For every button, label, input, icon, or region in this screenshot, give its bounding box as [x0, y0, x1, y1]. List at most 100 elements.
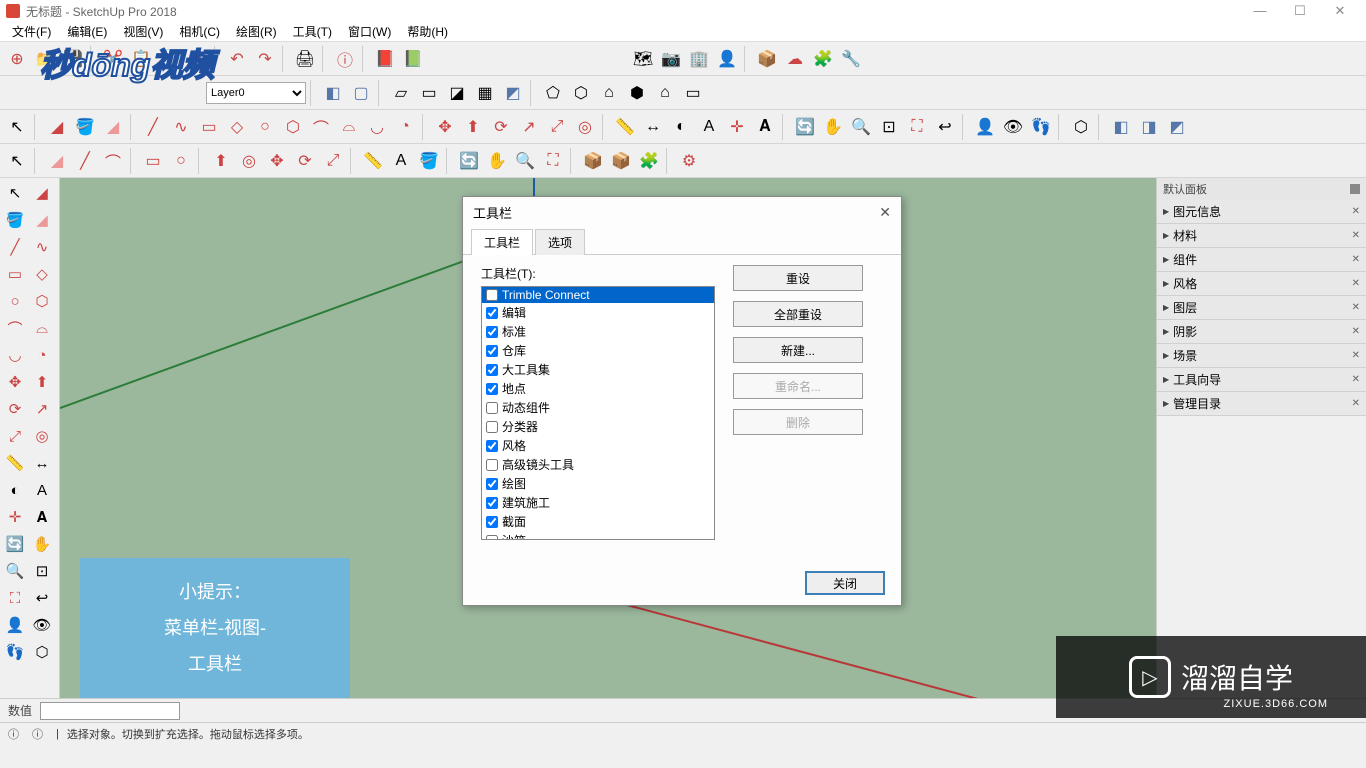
toolbar-list-item[interactable]: 沙箱 [482, 531, 714, 540]
line-icon[interactable]: ╱ [140, 114, 166, 140]
toolbar-checkbox[interactable] [486, 383, 498, 395]
lt-lookaround-icon[interactable]: 👁 [29, 612, 55, 638]
toolbar-list-item[interactable]: Trimble Connect [482, 287, 714, 303]
lt-eraser-icon[interactable]: ◢ [29, 207, 55, 233]
solid-icon[interactable]: ◨ [1136, 114, 1162, 140]
arc-icon[interactable]: ⌒ [308, 114, 334, 140]
zoom-window-icon[interactable]: ⊡ [876, 114, 902, 140]
pie-icon[interactable]: ◔ [392, 114, 418, 140]
close-button[interactable]: 关闭 [805, 571, 885, 595]
tape-icon[interactable]: 📏 [612, 114, 638, 140]
section5-icon[interactable]: ⌂ [652, 80, 678, 106]
toolbar-checkbox[interactable] [486, 289, 498, 301]
position-camera-icon[interactable]: 👤 [972, 114, 998, 140]
rotated-rect-icon[interactable]: ◇ [224, 114, 250, 140]
circle-icon[interactable]: ○ [252, 114, 278, 140]
toolbar-checkbox[interactable] [486, 478, 498, 490]
toolbar-checkbox[interactable] [486, 326, 498, 338]
new-button[interactable]: 新建... [733, 337, 863, 363]
toolbar-list-item[interactable]: 编辑 [482, 303, 714, 322]
share-icon[interactable]: ☁ [782, 46, 808, 72]
lt-tape-icon[interactable]: 📏 [2, 450, 28, 476]
toolbar-list-item[interactable]: 地点 [482, 379, 714, 398]
offset-icon[interactable]: ◎ [572, 114, 598, 140]
lt-select-icon[interactable]: ↖ [2, 180, 28, 206]
shaded-icon[interactable]: ◪ [444, 80, 470, 106]
lt-offset-icon[interactable]: ◎ [29, 423, 55, 449]
scale2-icon[interactable]: ⤢ [320, 148, 346, 174]
zoom2-icon[interactable]: 🔍 [512, 148, 538, 174]
rotate2-icon[interactable]: ⟳ [292, 148, 318, 174]
lt-rotate-icon[interactable]: ⟳ [2, 396, 28, 422]
protractor-icon[interactable]: ◐ [668, 114, 694, 140]
lt-3dtext-icon[interactable]: 𝐀 [29, 504, 55, 530]
copy-icon[interactable]: 📋 [128, 46, 154, 72]
hidden-line-icon[interactable]: ▭ [416, 80, 442, 106]
polygon-icon[interactable]: ⬡ [280, 114, 306, 140]
toolbar-checkbox[interactable] [486, 459, 498, 471]
panel-entity-info[interactable]: 图元信息✕ [1157, 200, 1366, 224]
save-icon[interactable]: 💾 [60, 46, 86, 72]
menu-tools[interactable]: 工具(T) [285, 23, 340, 40]
orbit-icon[interactable]: 🔄 [792, 114, 818, 140]
warehouse3-icon[interactable]: 📦 [608, 148, 634, 174]
walk-icon[interactable]: 👣 [1028, 114, 1054, 140]
status-help2-icon[interactable]: ⓘ [32, 726, 48, 742]
reset-all-button[interactable]: 全部重设 [733, 301, 863, 327]
toolbar-checkbox[interactable] [486, 402, 498, 414]
toolbar-checkbox[interactable] [486, 345, 498, 357]
menu-camera[interactable]: 相机(C) [171, 23, 228, 40]
select2-icon[interactable]: ↖ [4, 148, 30, 174]
pan2-icon[interactable]: ✋ [484, 148, 510, 174]
dimension-icon[interactable]: ↔ [640, 114, 666, 140]
shaded-tex-icon[interactable]: ▦ [472, 80, 498, 106]
reset-button[interactable]: 重设 [733, 265, 863, 291]
lt-circle-icon[interactable]: ○ [2, 288, 28, 314]
pushpull2-icon[interactable]: ⬆ [208, 148, 234, 174]
menu-view[interactable]: 视图(V) [115, 23, 171, 40]
toolbar-list-item[interactable]: 动态组件 [482, 398, 714, 417]
menu-help[interactable]: 帮助(H) [399, 23, 456, 40]
menu-file[interactable]: 文件(F) [4, 23, 59, 40]
lt-walk-icon[interactable]: 👣 [2, 639, 28, 665]
eraser3-icon[interactable]: ◢ [44, 148, 70, 174]
toolbar-list-item[interactable]: 建筑施工 [482, 493, 714, 512]
panel-scenes[interactable]: 场景✕ [1157, 344, 1366, 368]
minimize-button[interactable]: — [1240, 0, 1280, 22]
lt-poscam-icon[interactable]: 👤 [2, 612, 28, 638]
lt-pie-icon[interactable]: ◔ [29, 342, 55, 368]
tape2-icon[interactable]: 📏 [360, 148, 386, 174]
mono-icon[interactable]: ◩ [500, 80, 526, 106]
menu-edit[interactable]: 编辑(E) [59, 23, 115, 40]
ext-icon[interactable]: 🧩 [810, 46, 836, 72]
toolbar-list-item[interactable]: 标准 [482, 322, 714, 341]
lt-arc3-icon[interactable]: ◡ [2, 342, 28, 368]
outershell-icon[interactable]: ◧ [1108, 114, 1134, 140]
terrain-icon[interactable]: 📷 [658, 46, 684, 72]
close-button[interactable]: ✕ [1320, 0, 1360, 22]
toolbar-list[interactable]: Trimble Connect编辑标准仓库大工具集地点动态组件分类器风格高级镜头… [481, 286, 715, 540]
offset2-icon[interactable]: ◎ [236, 148, 262, 174]
ext3-icon[interactable]: 🧩 [636, 148, 662, 174]
lt-zoom-icon[interactable]: 🔍 [2, 558, 28, 584]
warehouse2-icon[interactable]: 📦 [580, 148, 606, 174]
panel-layers[interactable]: 图层✕ [1157, 296, 1366, 320]
lt-axes-icon[interactable]: ✛ [2, 504, 28, 530]
lt-protractor-icon[interactable]: ◐ [2, 477, 28, 503]
value-input[interactable] [40, 702, 180, 720]
menu-window[interactable]: 窗口(W) [340, 23, 399, 40]
text2-icon[interactable]: A [388, 148, 414, 174]
panel-shadows[interactable]: 阴影✕ [1157, 320, 1366, 344]
iso-icon[interactable]: ◧ [320, 80, 346, 106]
new-icon[interactable]: ⊕ [4, 46, 30, 72]
toolbar-checkbox[interactable] [486, 516, 498, 528]
lt-arc2-icon[interactable]: ⌓ [29, 315, 55, 341]
toolbar-list-item[interactable]: 风格 [482, 436, 714, 455]
lt-freehand-icon[interactable]: ∿ [29, 234, 55, 260]
arc4-icon[interactable]: ⌒ [100, 148, 126, 174]
redo-icon[interactable]: ↷ [252, 46, 278, 72]
dialog-close-icon[interactable]: ✕ [879, 204, 891, 221]
top-icon[interactable]: ▢ [348, 80, 374, 106]
dynamic-icon[interactable]: ⚙ [676, 148, 702, 174]
wireframe-icon[interactable]: ▱ [388, 80, 414, 106]
